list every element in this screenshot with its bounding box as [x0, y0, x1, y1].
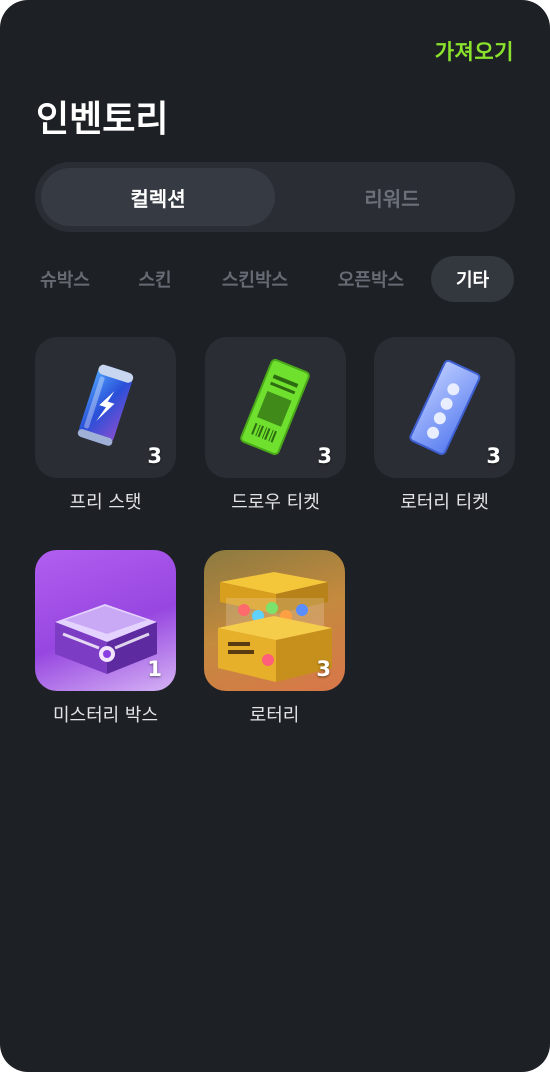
item-tile[interactable]: 3 [204, 550, 345, 691]
inventory-item[interactable]: 3 로터리 티켓 [374, 337, 515, 514]
item-name: 드로우 티켓 [231, 492, 320, 513]
item-name: 프리 스탯 [69, 492, 142, 513]
page-title: 인벤토리 [36, 99, 169, 140]
item-count: 3 [317, 444, 332, 468]
segmented-tabs: 컬렉션 리워드 [35, 162, 515, 232]
item-name: 로터리 티켓 [400, 492, 489, 513]
item-count: 3 [316, 657, 331, 681]
inventory-item[interactable]: 3 프리 스탯 [35, 337, 176, 514]
inventory-screen: 가져오기 인벤토리 컬렉션 리워드 슈박스 스킨 스킨박스 오픈박스 기타 3 … [0, 0, 550, 1072]
tab-collection[interactable]: 컬렉션 [41, 168, 275, 226]
filter-skinbox[interactable]: 스킨박스 [212, 256, 298, 302]
tab-rewards[interactable]: 리워드 [275, 168, 509, 226]
inventory-item[interactable]: 3 로터리 [204, 550, 345, 727]
filter-openbox[interactable]: 오픈박스 [328, 256, 414, 302]
item-tile[interactable]: 1 [35, 550, 176, 691]
item-count: 3 [147, 444, 162, 468]
inventory-item[interactable]: 1 미스터리 박스 [35, 550, 176, 727]
inventory-item[interactable]: 3 드로우 티켓 [205, 337, 346, 514]
filter-etc[interactable]: 기타 [431, 256, 514, 302]
item-count: 1 [147, 657, 162, 681]
filter-shoebox[interactable]: 슈박스 [30, 256, 100, 302]
item-tile[interactable]: 3 [205, 337, 346, 478]
filter-skin[interactable]: 스킨 [128, 256, 182, 302]
item-tile[interactable]: 3 [35, 337, 176, 478]
item-tile[interactable]: 3 [374, 337, 515, 478]
import-button[interactable]: 가져오기 [435, 36, 514, 66]
item-name: 미스터리 박스 [52, 705, 159, 726]
item-name: 로터리 [249, 705, 300, 726]
item-count: 3 [486, 444, 501, 468]
